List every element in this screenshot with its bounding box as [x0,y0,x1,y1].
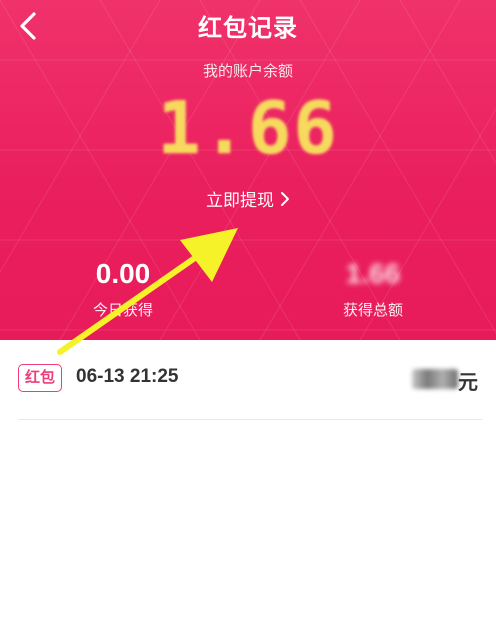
balance-label: 我的账户余额 [202,62,293,80]
record-amount-redacted [412,369,458,389]
today-earned-label: 今日获得 [92,301,153,319]
withdraw-button[interactable]: 立即提现 [0,186,496,211]
today-earned-value: 0.00 [95,258,151,289]
record-row[interactable]: 红包 06-13 21:25 元 [0,340,496,418]
page-title: 红包记录 [198,14,298,42]
header-panel: 红包记录 我的账户余额 1.66 立即提现 0.00 今日获得 1.66 获得总… [0,0,496,340]
withdraw-label: 立即提现 [206,191,274,211]
divider [18,419,482,420]
total-earned-value: 1.66 [345,258,401,289]
record-time: 06-13 21:25 [76,366,179,387]
total-earned-label: 获得总额 [342,301,403,319]
record-tag: 红包 [18,364,63,392]
chevron-right-icon [280,191,290,207]
balance-amount: 1.66 [157,86,339,170]
record-unit: 元 [458,370,478,394]
